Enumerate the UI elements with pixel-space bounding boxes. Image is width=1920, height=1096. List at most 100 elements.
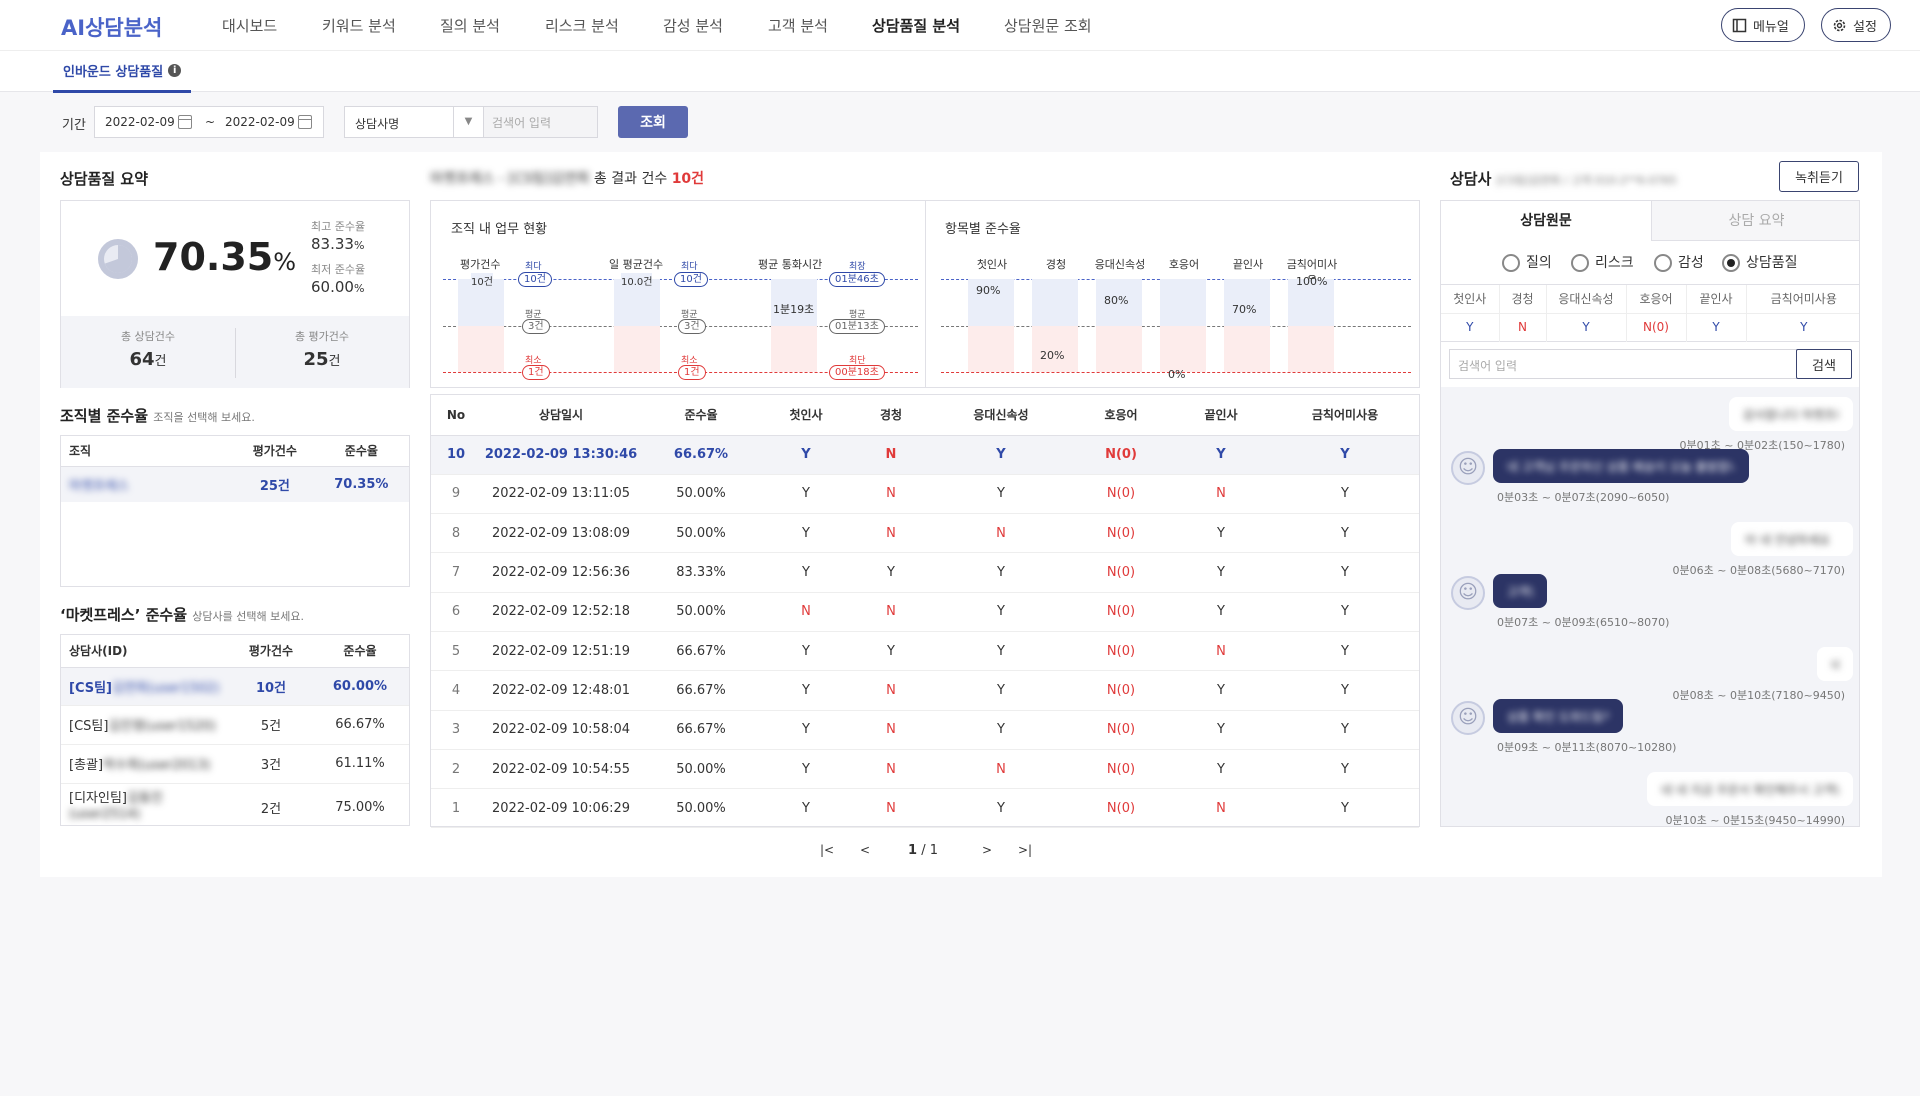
table-cell: 2022-02-09 12:51:19 (491, 643, 631, 659)
agent-avatar-icon: ☺ (1451, 576, 1485, 610)
table-cell: Y (802, 565, 810, 581)
table-row[interactable]: 2 2022-02-09 10:54:55 50.00% Y N N N(0) Y Y (431, 749, 1419, 789)
start-date[interactable]: 2022-02-09 (105, 115, 175, 129)
nav-question[interactable]: 질의 분석 (440, 15, 500, 36)
table-cell: 2022-02-09 12:48:01 (491, 682, 631, 698)
customer-message: 네 네 지금 주문서 확인해주시 고객님 (1647, 772, 1853, 806)
search-type-value: 상담사명 (355, 117, 400, 131)
table-row[interactable]: 5 2022-02-09 12:51:19 66.67% Y Y Y N(0) N Y (431, 631, 1419, 671)
radio-quality[interactable]: 상담품질 (1722, 252, 1798, 272)
org-table: 조직 평가건수 준수율 마켓프레스 25건 70.35% (61, 436, 409, 502)
tab-summary[interactable]: 상담 요약 (1651, 201, 1859, 241)
table-cell: N(0) (1106, 486, 1136, 502)
radio-question[interactable]: 질의 (1502, 252, 1552, 272)
table-cell: Y (1341, 486, 1349, 502)
items-title: 항목별 준수율 (945, 222, 1021, 237)
org-count: 25건 (259, 478, 290, 494)
compliance-rate-value: 70.35 (153, 235, 274, 279)
eval-count-label: 총 평가건수 (294, 330, 350, 343)
table-cell: Y (801, 447, 811, 463)
prev-page-icon[interactable]: < (860, 843, 870, 857)
nav-transcript[interactable]: 상담원문 조회 (1004, 15, 1092, 36)
transcript-search-button[interactable]: 검색 (1796, 349, 1852, 379)
table-cell: 66.67% (676, 682, 726, 698)
item-label: 응대신속성 (1094, 258, 1146, 271)
table-cell: 4 (451, 682, 461, 698)
last-page-icon[interactable]: >| (1018, 843, 1032, 857)
agent-row[interactable]: [총괄]박수희(user2013) 3건 61.11% (61, 744, 409, 783)
query-button[interactable]: 조회 (618, 106, 688, 138)
work-title: 조직 내 업무 현황 (451, 222, 548, 237)
table-cell: N(0) (1106, 604, 1136, 620)
radio-quality-label: 상담품질 (1746, 255, 1798, 271)
max-rate: 83.33% (311, 235, 364, 253)
agent-title-text: ‘마켓프레스’ 준수율 (60, 606, 188, 624)
agent-row[interactable]: [CS팀]김진영(user1520) 5건 66.67% (61, 705, 409, 744)
table-cell: Y (1217, 761, 1225, 777)
end-date[interactable]: 2022-02-09 (225, 115, 295, 129)
listen-button[interactable]: 녹취듣기 (1779, 161, 1859, 192)
settings-label: 설정 (1853, 19, 1877, 35)
item-bar-bottom (1160, 326, 1206, 372)
top-navigation: AI상담분석 대시보드 키워드 분석 질의 분석 리스크 분석 감성 분석 고객… (0, 0, 1920, 50)
table-cell: Y (802, 682, 810, 698)
nav-customer[interactable]: 고객 분석 (768, 15, 828, 36)
eval-count: 25건 (235, 349, 409, 370)
compliance-rate-unit: % (273, 248, 297, 276)
item-value: 0% (1168, 368, 1186, 381)
table-cell: Y (997, 643, 1005, 659)
table-cell: 3 (451, 722, 461, 738)
nav-sentiment[interactable]: 감성 분석 (663, 15, 723, 36)
table-cell: 7 (451, 565, 461, 581)
records-table: No 상담일시 준수율 첫인사 경청 응대신속성 호응어 끝인사 금칙어미사용 … (431, 395, 1419, 828)
nav-keyword[interactable]: 키워드 분석 (322, 15, 396, 36)
table-cell: 2022-02-09 10:54:55 (491, 761, 631, 777)
app-logo[interactable]: AI상담분석 (61, 12, 162, 42)
table-row[interactable]: 1 2022-02-09 10:06:29 50.00% Y N Y N(0) N Y (431, 789, 1419, 828)
manual-button[interactable]: 메뉴얼 (1721, 8, 1805, 42)
message-text: 고객님 (1507, 584, 1533, 599)
table-row[interactable]: 6 2022-02-09 12:52:18 50.00% N N Y N(0) Y Y (431, 592, 1419, 632)
search-type-select[interactable]: 상담사명 ▼ (344, 106, 484, 138)
total-count: 64건 (61, 349, 235, 370)
settings-button[interactable]: 설정 (1821, 8, 1891, 42)
eval-count-unit: 건 (328, 354, 341, 369)
table-cell: 5 (451, 643, 461, 659)
nav-risk[interactable]: 리스크 분석 (545, 15, 619, 36)
table-row[interactable]: 3 2022-02-09 10:58:04 66.67% Y N Y N(0) Y Y (431, 710, 1419, 750)
calendar-icon[interactable] (178, 115, 192, 129)
table-row[interactable]: 9 2022-02-09 13:11:05 50.00% Y N Y N(0) N Y (431, 474, 1419, 514)
table-cell: 2022-02-09 12:52:18 (491, 604, 631, 620)
date-range: 2022-02-09 ~ 2022-02-09 (94, 106, 324, 138)
transcript-search-input[interactable]: 검색어 입력 (1449, 349, 1798, 379)
quality-value: N(0) (1626, 313, 1687, 341)
org-table-box: 조직 평가건수 준수율 마켓프레스 25건 70.35% (60, 435, 410, 587)
tab-transcript[interactable]: 상담원문 (1441, 201, 1651, 241)
agent-row[interactable]: [CS팀]김연희(user1502) 10건 60.00% (61, 667, 409, 705)
calendar-icon[interactable] (298, 115, 312, 129)
search-input[interactable]: 검색어 입력 (483, 106, 598, 138)
radio-risk[interactable]: 리스크 (1571, 252, 1634, 272)
table-cell: Y (997, 800, 1005, 816)
agent-row[interactable]: [디자인팀]김동진 (user2514) 2건 75.00% (61, 783, 409, 825)
table-cell: Y (1341, 682, 1349, 698)
agent-message: 네 고객님 주문하신 상품 배송이 오늘 출발합니다 (1493, 449, 1749, 483)
table-row[interactable]: 10 2022-02-09 13:30:46 66.67% Y N Y N(0) Y Y (431, 435, 1419, 475)
chevron-down-icon[interactable]: ▼ (453, 107, 483, 137)
table-row[interactable]: 7 2022-02-09 12:56:36 83.33% Y Y Y N(0) Y Y (431, 553, 1419, 593)
info-icon[interactable]: i (168, 64, 182, 77)
org-col-count: 평가건수 (252, 444, 297, 459)
right-agent-info: [CS팀]김연희 / 고객 010-2**6-0765 (1496, 174, 1677, 187)
table-cell: N (886, 604, 896, 620)
org-row[interactable]: 마켓프레스 25건 70.35% (61, 466, 409, 502)
table-row[interactable]: 8 2022-02-09 13:08:09 50.00% Y N N N(0) Y Y (431, 514, 1419, 553)
first-page-icon[interactable]: |< (820, 843, 834, 857)
nav-dashboard[interactable]: 대시보드 (222, 15, 277, 36)
work-avg-pill: 3건 (522, 319, 550, 334)
table-cell: 8 (451, 525, 461, 541)
tab-inbound-quality[interactable]: 인바운드 상담품질 i (53, 51, 192, 93)
nav-quality[interactable]: 상담품질 분석 (872, 15, 960, 36)
table-row[interactable]: 4 2022-02-09 12:48:01 66.67% Y N Y N(0) Y Y (431, 671, 1419, 711)
next-page-icon[interactable]: > (982, 843, 992, 857)
radio-sentiment[interactable]: 감성 (1654, 252, 1704, 272)
